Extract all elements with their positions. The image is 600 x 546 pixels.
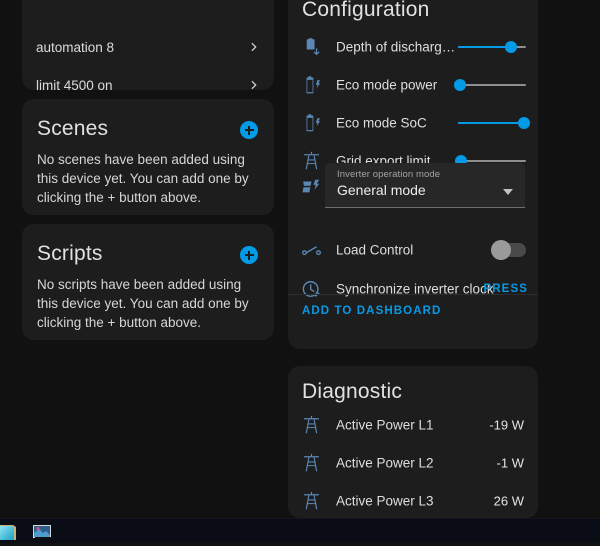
diagnostic-row-active-power-l3: Active Power L3 26 W [288, 482, 538, 518]
battery-bolt-icon [301, 113, 322, 134]
chevron-right-icon [248, 41, 260, 53]
eco-mode-soc-slider[interactable] [458, 116, 526, 130]
taskbar [0, 518, 600, 543]
scripts-card: Scripts No scripts have been added using… [22, 224, 274, 340]
eco-mode-power-slider[interactable] [458, 78, 526, 92]
diagnostic-row-value: 26 W [494, 494, 524, 509]
config-row-label: Eco mode power [336, 78, 437, 93]
config-row-depth-of-discharge: Depth of discharg… [288, 28, 538, 66]
inverter-operation-mode-select[interactable]: Inverter operation mode General mode [325, 163, 525, 208]
diagnostic-row-active-power-l2: Active Power L2 -1 W [288, 444, 538, 482]
config-row-inverter-operation-mode: Inverter operation mode General mode [288, 162, 538, 214]
config-row-label: Load Control [336, 243, 413, 258]
configuration-card: Configuration Depth of discharg… Eco mod… [288, 0, 538, 349]
slider-track [458, 84, 526, 86]
config-row-label: Depth of discharg… [336, 40, 455, 55]
config-row-load-control: Load Control [288, 231, 538, 269]
automation-row-label: automation 8 [36, 40, 114, 55]
add-scene-button[interactable] [240, 121, 258, 139]
transmission-tower-icon [301, 453, 322, 474]
config-row-label: Eco mode SoC [336, 116, 427, 131]
diagnostic-card: Diagnostic Active Power L1 -19 W Active … [288, 366, 538, 518]
file-manager-icon[interactable] [0, 524, 20, 541]
scenes-title: Scenes [37, 117, 108, 141]
automation-row-label: limit 4500 on [36, 78, 113, 91]
slider-fill [458, 46, 511, 48]
select-floating-label: Inverter operation mode [337, 169, 440, 180]
diagnostic-row-value: -1 W [497, 456, 524, 471]
scripts-title: Scripts [37, 242, 103, 266]
transmission-tower-icon [301, 415, 322, 436]
transmission-tower-icon [301, 491, 322, 512]
add-to-dashboard-button[interactable]: ADD TO DASHBOARD [302, 305, 441, 317]
toggle-knob [491, 240, 511, 260]
chevron-right-icon [248, 79, 260, 90]
automation-row-0[interactable]: automation 8 [22, 28, 274, 66]
scenes-empty-text: No scenes have been added using this dev… [37, 150, 263, 207]
battery-bolt-icon [301, 75, 322, 96]
battery-arrow-down-icon [301, 37, 322, 58]
slider-knob[interactable] [505, 41, 517, 53]
configuration-title: Configuration [302, 0, 430, 22]
config-row-eco-mode-soc: Eco mode SoC [288, 104, 538, 142]
scripts-empty-text: No scripts have been added using this de… [37, 275, 263, 332]
diagnostic-row-label: Active Power L2 [336, 456, 434, 471]
depth-of-discharge-slider[interactable] [458, 40, 526, 54]
chevron-down-icon [503, 182, 513, 188]
scenes-card: Scenes No scenes have been added using t… [22, 99, 274, 215]
add-script-button[interactable] [240, 246, 258, 264]
image-viewer-icon[interactable] [33, 524, 53, 541]
card-divider [288, 294, 538, 295]
solar-power-bolt-icon [301, 178, 322, 199]
diagnostic-row-value: -19 W [489, 418, 524, 433]
slider-fill [458, 122, 524, 124]
diagnostic-row-active-power-l1: Active Power L1 -19 W [288, 406, 538, 444]
select-selected-value: General mode [337, 182, 426, 198]
diagnostic-title: Diagnostic [302, 380, 402, 404]
diagnostic-row-label: Active Power L3 [336, 494, 434, 509]
config-row-eco-mode-power: Eco mode power [288, 66, 538, 104]
automation-row-1[interactable]: limit 4500 on [22, 66, 274, 90]
slider-knob[interactable] [518, 117, 530, 129]
slider-knob[interactable] [454, 79, 466, 91]
clock-check-icon [301, 279, 322, 300]
config-row-synchronize-inverter-clock: Synchronize inverter clock PRESS [288, 270, 538, 308]
automations-card: automation 8 limit 4500 on [22, 0, 274, 90]
electric-switch-icon [301, 240, 322, 261]
load-control-toggle[interactable] [492, 243, 526, 257]
app-root: automation 8 limit 4500 on Scenes No sce… [0, 0, 600, 543]
diagnostic-row-label: Active Power L1 [336, 418, 434, 433]
